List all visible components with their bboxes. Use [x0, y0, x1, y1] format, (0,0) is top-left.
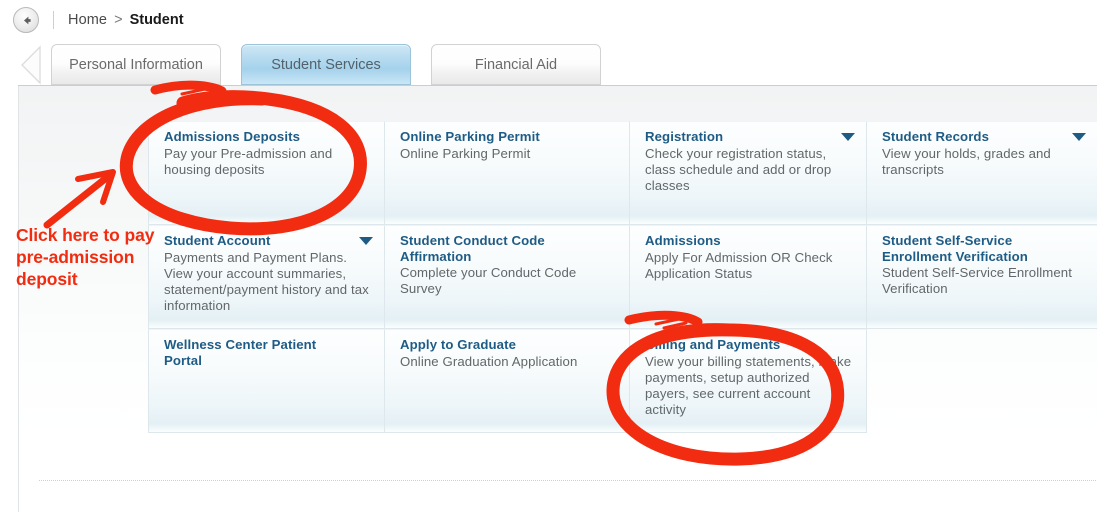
channel-title[interactable]: Admissions [645, 233, 855, 249]
channel-cell-billing-and-payments[interactable]: Billing and Payments View your billing s… [630, 329, 867, 433]
breadcrumb-current-student: Student [129, 12, 184, 28]
breadcrumb-link-home[interactable]: Home [68, 12, 107, 28]
chevron-down-icon[interactable] [359, 237, 373, 245]
channel-title[interactable]: Online Parking Permit [400, 129, 618, 145]
channel-cell-admissions[interactable]: Admissions Apply For Admission OR Check … [630, 225, 867, 329]
channel-desc: Student Self-Service Enrollment Verifica… [882, 265, 1073, 296]
channel-desc: View your billing statements, make payme… [645, 353, 852, 417]
tab-label: Student Services [271, 56, 381, 73]
footer-divider [39, 480, 1096, 481]
channel-title[interactable]: Student Records [882, 129, 1086, 145]
tab-label: Personal Information [69, 56, 203, 73]
channel-title[interactable]: Admissions Deposits [164, 129, 373, 145]
tab-student-services[interactable]: Student Services [241, 44, 411, 85]
breadcrumb-separator: > [114, 12, 123, 28]
tab-label: Financial Aid [474, 56, 558, 73]
content-area: Admissions Deposits Pay your Pre-admissi… [19, 86, 1097, 441]
channel-desc: Check your registration status, class sc… [645, 145, 832, 193]
channel-cell-apply-to-graduate[interactable]: Apply to Graduate Online Graduation Appl… [385, 329, 630, 433]
channel-cell-student-records[interactable]: Student Records View your holds, grades … [867, 121, 1097, 225]
channel-cell-registration[interactable]: Registration Check your registration sta… [630, 121, 867, 225]
chevron-down-icon[interactable] [841, 133, 855, 141]
tab-strip: Personal Information Student Services Fi… [0, 40, 1097, 86]
channel-desc: Online Graduation Application [400, 353, 578, 369]
channel-cell-admissions-deposits[interactable]: Admissions Deposits Pay your Pre-admissi… [148, 121, 385, 225]
tab-scroll-left-icon[interactable] [18, 45, 44, 85]
channel-title[interactable]: Billing and Payments [645, 337, 855, 353]
channel-desc: Online Parking Permit [400, 145, 531, 161]
channel-desc: View your holds, grades and transcripts [882, 145, 1051, 177]
channel-desc: Complete your Conduct Code Survey [400, 265, 577, 296]
channel-title[interactable]: Student Self-Service Enrollment Verifica… [882, 233, 1086, 264]
page-frame: Admissions Deposits Pay your Pre-admissi… [18, 86, 1097, 512]
channel-cell-student-account[interactable]: Student Account Payments and Payment Pla… [148, 225, 385, 329]
channel-grid: Admissions Deposits Pay your Pre-admissi… [148, 121, 1097, 433]
breadcrumb-divider [53, 11, 54, 29]
channel-desc: Payments and Payment Plans. View your ac… [164, 249, 369, 313]
channel-cell-student-self-service-enrollment-verification[interactable]: Student Self-Service Enrollment Verifica… [867, 225, 1097, 329]
channel-cell-online-parking-permit[interactable]: Online Parking Permit Online Parking Per… [385, 121, 630, 225]
breadcrumb: Home > Student [0, 0, 1097, 40]
channel-title[interactable]: Registration [645, 129, 855, 145]
channel-title[interactable]: Student Conduct Code Affirmation [400, 233, 618, 264]
channel-desc: Apply For Admission OR Check Application… [645, 249, 833, 281]
channel-title[interactable]: Student Account [164, 233, 373, 249]
channel-title[interactable]: Wellness Center Patient Portal [164, 337, 373, 368]
tab-financial-aid[interactable]: Financial Aid [431, 44, 601, 85]
channel-cell-empty [867, 329, 1097, 433]
chevron-down-icon[interactable] [1072, 133, 1086, 141]
channel-desc: Pay your Pre-admission and housing depos… [164, 145, 333, 177]
channel-cell-wellness-center-patient-portal[interactable]: Wellness Center Patient Portal [148, 329, 385, 433]
back-arrow-circle-icon[interactable] [13, 7, 39, 33]
channel-title[interactable]: Apply to Graduate [400, 337, 618, 353]
channel-cell-student-conduct-code-affirmation[interactable]: Student Conduct Code Affirmation Complet… [385, 225, 630, 329]
tab-personal-information[interactable]: Personal Information [51, 44, 221, 85]
